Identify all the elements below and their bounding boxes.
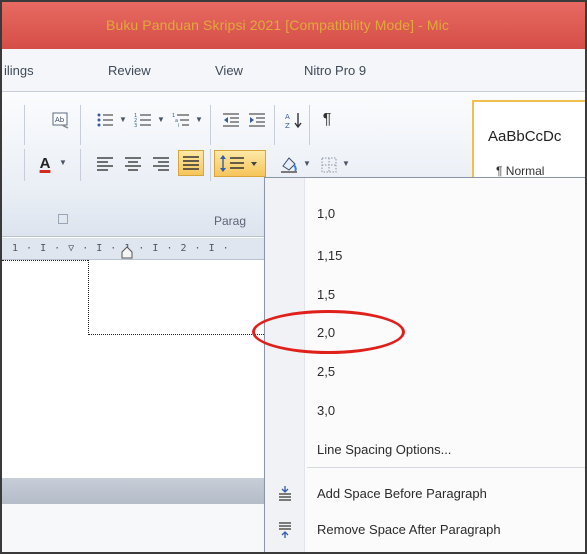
numbering-dropdown-icon[interactable]: ▼ bbox=[157, 115, 165, 124]
justify-button[interactable] bbox=[178, 150, 204, 176]
align-center-icon[interactable] bbox=[122, 153, 144, 175]
bullets-icon[interactable] bbox=[94, 109, 116, 131]
tab-nitro-pro[interactable]: Nitro Pro 9 bbox=[304, 63, 366, 78]
line-spacing-option-1-15[interactable]: 1,15 bbox=[317, 248, 342, 263]
font-dialog-launcher-icon[interactable] bbox=[58, 214, 68, 224]
character-border-icon[interactable]: Ab bbox=[50, 109, 72, 131]
align-right-icon[interactable] bbox=[150, 153, 172, 175]
ribbon-separator bbox=[210, 105, 211, 145]
indent-marker-icon[interactable] bbox=[120, 246, 134, 260]
margin-guide bbox=[88, 260, 89, 335]
svg-text:Ab: Ab bbox=[55, 116, 65, 124]
shading-dropdown-icon[interactable]: ▼ bbox=[303, 159, 311, 168]
ribbon-separator bbox=[24, 149, 25, 181]
highlight-circle bbox=[252, 310, 405, 354]
margin-guide bbox=[2, 260, 88, 261]
ribbon-separator bbox=[274, 105, 275, 145]
window-bottom bbox=[2, 504, 264, 552]
tab-review[interactable]: Review bbox=[108, 63, 151, 78]
line-spacing-option-2-5[interactable]: 2,5 bbox=[317, 364, 335, 379]
status-bar bbox=[2, 478, 264, 504]
line-spacing-option-3-0[interactable]: 3,0 bbox=[317, 403, 335, 418]
ribbon-separator bbox=[309, 105, 310, 145]
tab-mailings[interactable]: ilings bbox=[4, 63, 34, 78]
show-formatting-marks-icon[interactable]: ¶ bbox=[316, 109, 338, 131]
sort-icon[interactable]: AZ bbox=[283, 109, 305, 131]
ribbon-separator bbox=[24, 105, 25, 145]
multilevel-list-icon[interactable]: 1ai bbox=[170, 109, 192, 131]
line-spacing-icon bbox=[220, 155, 257, 172]
svg-text:A: A bbox=[285, 113, 290, 121]
line-spacing-button[interactable] bbox=[214, 150, 266, 177]
line-spacing-menu: 1,0 1,15 1,5 2,0 2,5 3,0 Line Spacing Op… bbox=[264, 177, 585, 552]
borders-icon[interactable] bbox=[318, 154, 340, 176]
justify-icon bbox=[183, 156, 199, 170]
title-bar: Buku Panduan Skripsi 2021 [Compatibility… bbox=[2, 2, 585, 49]
ribbon-separator bbox=[210, 149, 211, 181]
style-name: ¶ Normal bbox=[496, 164, 545, 178]
paragraph-group-label: Parag bbox=[214, 214, 247, 228]
remove-space-after-icon bbox=[277, 521, 293, 539]
svg-text:3: 3 bbox=[134, 123, 137, 128]
font-color-dropdown-icon[interactable]: ▼ bbox=[59, 158, 67, 167]
ribbon-separator bbox=[80, 105, 81, 145]
menu-separator bbox=[307, 467, 585, 468]
window-title: Buku Panduan Skripsi 2021 [Compatibility… bbox=[106, 17, 449, 33]
remove-space-after-paragraph[interactable]: Remove Space After Paragraph bbox=[317, 522, 501, 537]
svg-text:i: i bbox=[178, 123, 179, 128]
increase-indent-icon[interactable] bbox=[246, 109, 268, 131]
margin-guide bbox=[88, 334, 264, 335]
document-page[interactable] bbox=[2, 260, 264, 478]
font-color-icon[interactable]: A bbox=[34, 152, 56, 174]
tab-view[interactable]: View bbox=[215, 63, 243, 78]
align-left-icon[interactable] bbox=[94, 153, 116, 175]
decrease-indent-icon[interactable] bbox=[220, 109, 242, 131]
add-space-before-paragraph[interactable]: Add Space Before Paragraph bbox=[317, 486, 487, 501]
screenshot-frame: Buku Panduan Skripsi 2021 [Compatibility… bbox=[0, 0, 587, 554]
line-spacing-option-1-5[interactable]: 1,5 bbox=[317, 287, 335, 302]
bullets-dropdown-icon[interactable]: ▼ bbox=[119, 115, 127, 124]
ribbon-tabs: ilings Review View Nitro Pro 9 bbox=[2, 49, 585, 92]
borders-dropdown-icon[interactable]: ▼ bbox=[342, 159, 350, 168]
add-space-before-icon bbox=[277, 485, 293, 503]
line-spacing-options-link[interactable]: Line Spacing Options... bbox=[317, 442, 451, 457]
numbering-icon[interactable]: 123 bbox=[132, 109, 154, 131]
svg-text:Z: Z bbox=[285, 122, 290, 129]
horizontal-ruler[interactable]: 1 · I · ▽ · I · 1 · I · 2 · I · bbox=[2, 238, 264, 260]
style-sample-text: AaBbCcDc bbox=[488, 128, 562, 145]
shading-icon[interactable] bbox=[278, 153, 300, 175]
multilevel-dropdown-icon[interactable]: ▼ bbox=[195, 115, 203, 124]
ribbon-separator bbox=[80, 149, 81, 181]
line-spacing-option-1-0[interactable]: 1,0 bbox=[317, 206, 335, 221]
